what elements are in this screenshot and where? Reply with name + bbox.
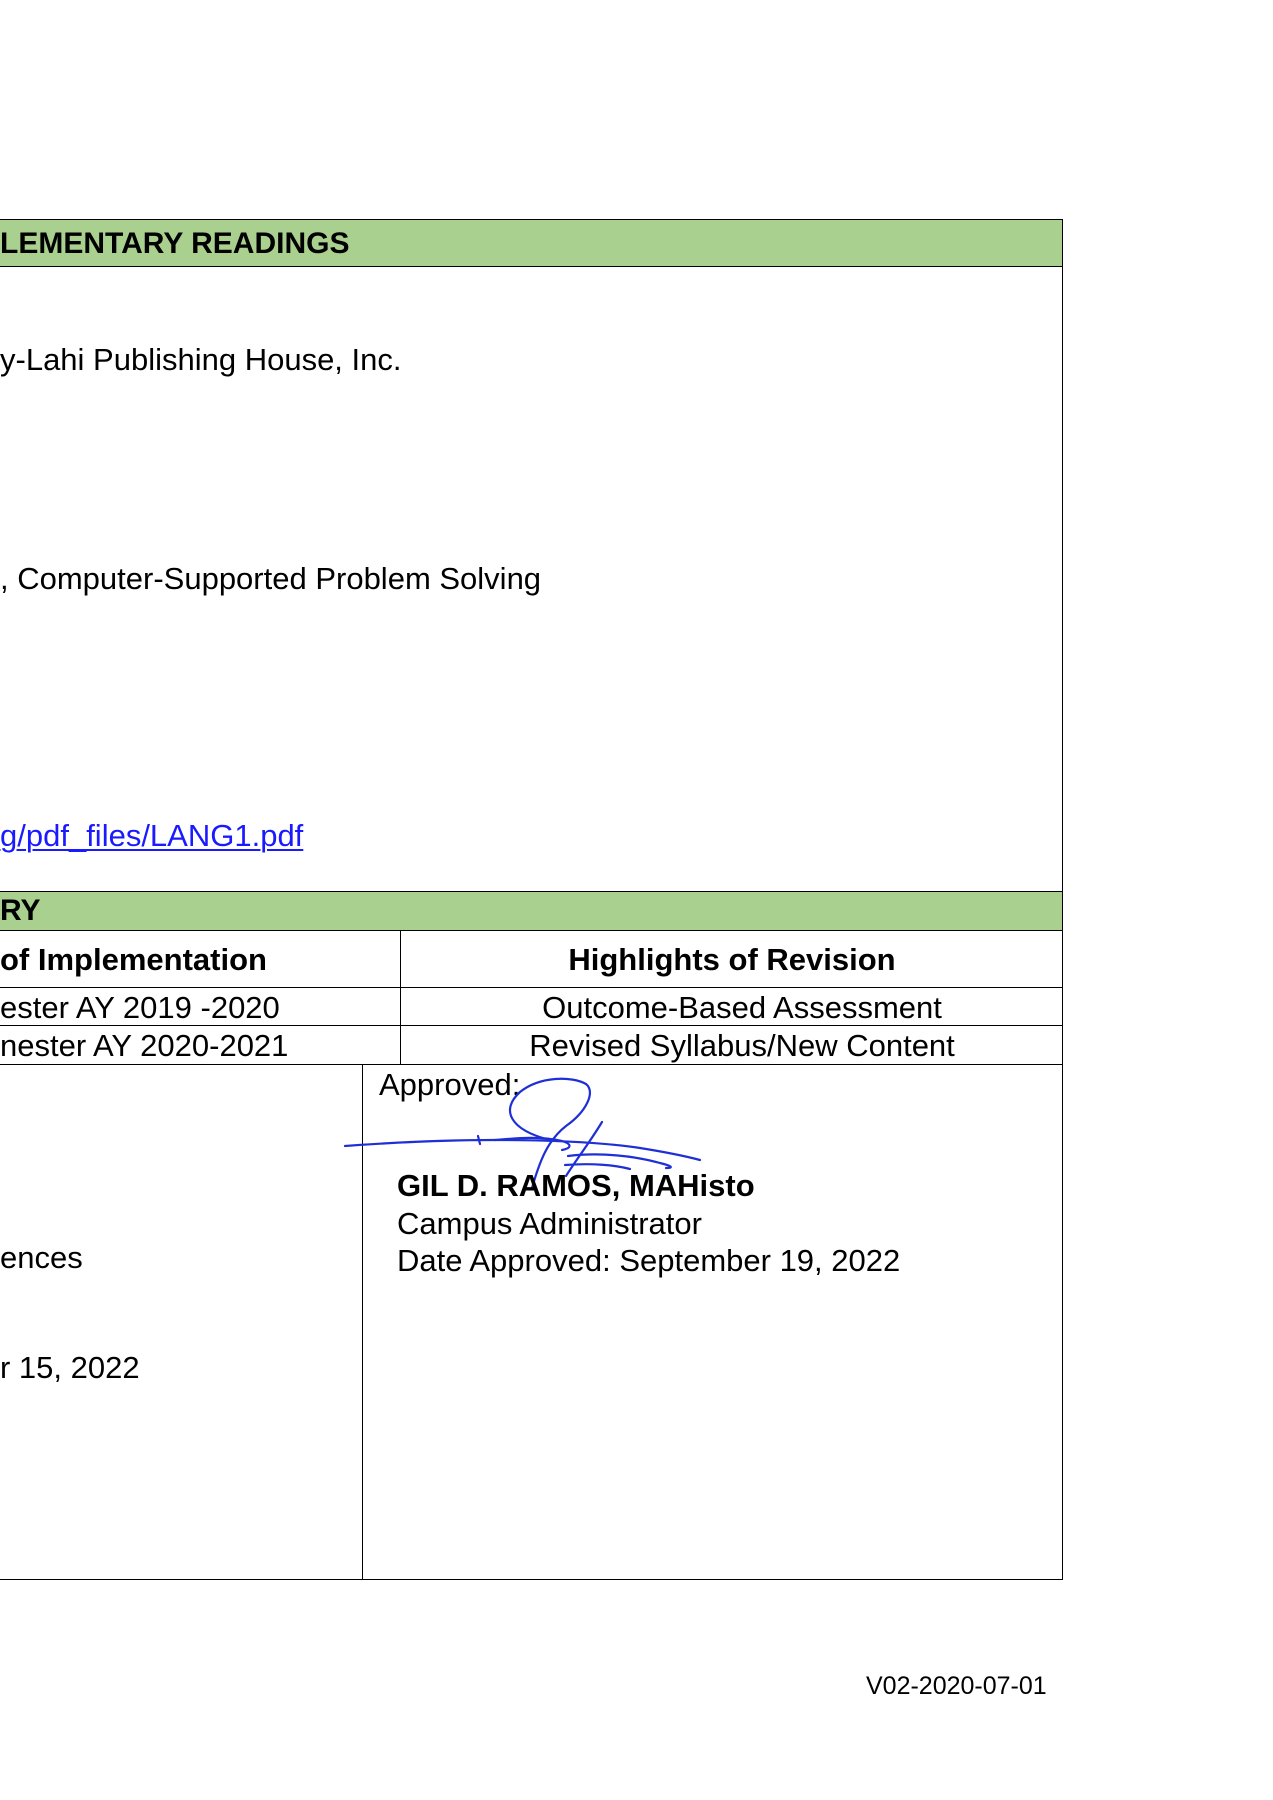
history-header-rule: [0, 987, 1062, 988]
history-row-rule: [0, 1025, 1062, 1026]
reading-line-1: y-Lahi Publishing House, Inc.: [0, 342, 402, 377]
reading-line-2: , Computer-Supported Problem Solving: [0, 561, 542, 596]
approver-name: GIL D. RAMOS, MAHisto: [397, 1168, 755, 1203]
version-code: V02-2020-07-01: [866, 1672, 1047, 1700]
approval-date: Date Approved: September 19, 2022: [397, 1243, 901, 1278]
history-row-1-implementation: ester AY 2019 -2020: [0, 990, 280, 1025]
history-column-highlights: Highlights of Revision: [568, 942, 896, 977]
reading-link[interactable]: g/pdf_files/LANG1.pdf: [0, 820, 303, 851]
readings-header-band: LEMENTARY READINGS: [0, 219, 1063, 267]
history-column-divider: [400, 930, 401, 1065]
history-column-implementation: of Implementation: [0, 942, 267, 977]
readings-header: LEMENTARY READINGS: [0, 227, 350, 260]
history-row-2-highlight: Revised Syllabus/New Content: [529, 1028, 955, 1063]
signoff-left-line-1: ences: [0, 1240, 83, 1275]
history-header-band: RY: [0, 891, 1063, 931]
approver-position: Campus Administrator: [397, 1206, 702, 1241]
signoff-left-line-2: r 15, 2022: [0, 1350, 140, 1385]
history-header: RY: [0, 894, 41, 927]
history-row-1-highlight: Outcome-Based Assessment: [542, 990, 942, 1025]
history-row-2-implementation: nester AY 2020-2021: [0, 1028, 289, 1063]
